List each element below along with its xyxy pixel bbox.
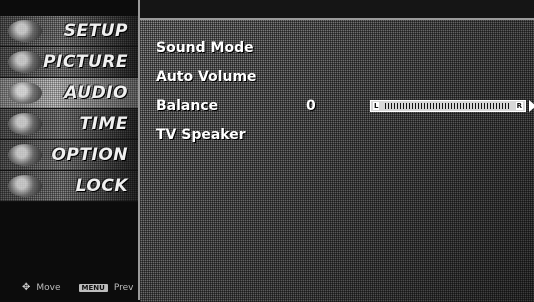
option-label: Balance xyxy=(156,98,219,114)
balance-slider[interactable]: L R xyxy=(370,100,526,112)
move-hint-label: Move xyxy=(36,282,61,293)
menu-item-time[interactable]: TIME xyxy=(0,109,138,140)
menu-label-audio: AUDIO xyxy=(64,83,128,103)
balance-slider-track xyxy=(385,103,511,109)
option-sound-mode[interactable]: Sound Mode xyxy=(156,37,254,59)
move-icon: ✥ xyxy=(22,282,31,293)
audio-submenu-panel: Sound Mode Auto Volume Balance 0 L R TV … xyxy=(140,18,534,302)
time-icon xyxy=(8,113,42,135)
option-icon xyxy=(8,144,42,166)
menu-item-option[interactable]: OPTION xyxy=(0,140,138,171)
menu-label-lock: LOCK xyxy=(75,176,128,196)
lock-icon xyxy=(8,175,42,197)
audio-icon xyxy=(8,82,42,104)
menu-item-lock[interactable]: LOCK xyxy=(0,171,138,202)
menu-label-option: OPTION xyxy=(51,145,128,165)
balance-value: 0 xyxy=(306,98,316,114)
menu-item-audio[interactable]: AUDIO xyxy=(0,78,138,109)
option-label: TV Speaker xyxy=(156,127,246,143)
option-auto-volume[interactable]: Auto Volume xyxy=(156,66,257,88)
setup-icon xyxy=(8,20,42,42)
navigation-hints: ✥ Move MENU Prev xyxy=(22,282,133,293)
menu-key-icon: MENU xyxy=(78,283,108,292)
arrow-right-icon[interactable] xyxy=(529,100,534,112)
option-label: Auto Volume xyxy=(156,69,257,85)
menu-list: SETUP PICTURE AUDIO TIME OPTION LOCK xyxy=(0,16,138,202)
main-menu-sidebar: SETUP PICTURE AUDIO TIME OPTION LOCK ✥ M… xyxy=(0,0,140,300)
balance-left-label: L xyxy=(373,102,380,110)
picture-icon xyxy=(8,51,42,73)
option-label: Sound Mode xyxy=(156,40,254,56)
tv-menu-screen: SETUP PICTURE AUDIO TIME OPTION LOCK ✥ M… xyxy=(0,0,534,302)
balance-right-label: R xyxy=(515,102,523,110)
option-balance[interactable]: Balance 0 L R xyxy=(156,95,534,117)
option-tv-speaker[interactable]: TV Speaker xyxy=(156,124,246,146)
menu-label-time: TIME xyxy=(79,114,128,134)
menu-item-setup[interactable]: SETUP xyxy=(0,16,138,47)
menu-item-picture[interactable]: PICTURE xyxy=(0,47,138,78)
prev-hint-label: Prev xyxy=(113,282,134,293)
menu-label-setup: SETUP xyxy=(63,21,128,41)
menu-label-picture: PICTURE xyxy=(43,52,128,72)
